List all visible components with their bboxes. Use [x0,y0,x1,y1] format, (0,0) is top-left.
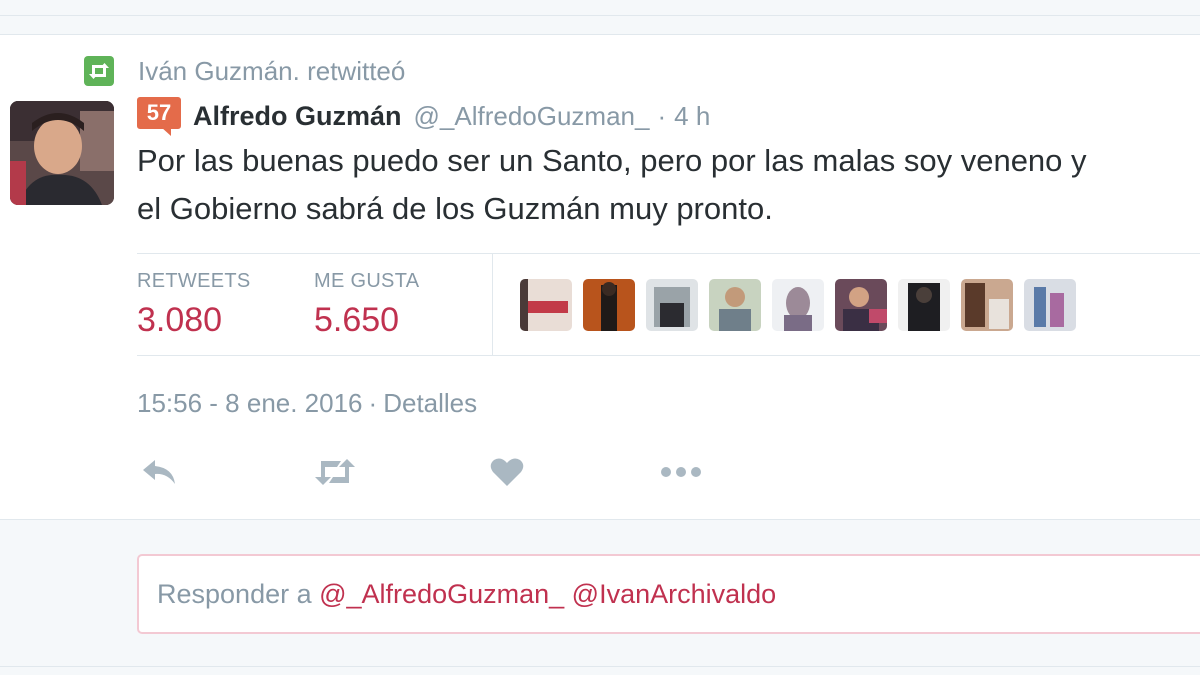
bottom-divider [0,666,1200,667]
retweet-icon [84,56,114,86]
timestamp-separator: · [368,388,378,418]
retweet-context-text[interactable]: Iván Guzmán. retwitteó [138,54,405,88]
klout-badge[interactable]: 57 [137,97,181,136]
reply-placeholder: Responder a @_AlfredoGuzman_ @IvanArchiv… [157,556,776,632]
reply-mention-author: @_AlfredoGuzman_ [319,579,565,609]
tweet-text-line-1: Por las buenas puedo ser un Santo, pero … [137,143,1087,178]
liker-avatar[interactable] [772,279,824,331]
tweet-text: Por las buenas puedo ser un Santo, pero … [137,137,1200,233]
stats-divider [492,254,493,355]
liker-avatars [520,279,1087,331]
klout-score: 57 [137,97,181,129]
liker-avatar[interactable] [835,279,887,331]
stats-row: RETWEETS 3.080 ME GUSTA 5.650 [137,253,1200,356]
retweet-context [84,54,114,88]
tweet-actions [137,452,737,496]
liker-avatar[interactable] [1024,279,1076,331]
more-button[interactable] [659,452,703,496]
reply-prefix: Responder a [157,579,312,609]
liker-avatar[interactable] [961,279,1013,331]
retweets-label: RETWEETS [137,270,251,292]
retweets-stat[interactable]: RETWEETS 3.080 [137,268,251,342]
top-band [0,0,1200,16]
reply-icon [141,457,177,492]
tweet-text-line-2: el Gobierno sabrá de los Guzmán muy pron… [137,191,773,226]
header-separator: · [657,101,667,131]
reply-mention-retweeter: @IvanArchivaldo [571,579,777,609]
likes-count: 5.650 [314,301,400,339]
liker-avatar[interactable] [583,279,635,331]
liker-avatar[interactable] [646,279,698,331]
retweet-button[interactable] [313,452,357,496]
liker-avatar[interactable] [520,279,572,331]
author-fullname[interactable]: Alfredo Guzmán [193,96,402,136]
liker-avatar[interactable] [709,279,761,331]
retweets-count: 3.080 [137,301,223,339]
like-button[interactable] [485,452,529,496]
retweet-icon [313,457,357,492]
avatar[interactable] [10,101,114,205]
tweet-time[interactable]: 4 h [674,96,710,136]
more-icon [659,465,703,483]
klout-tail [161,127,171,136]
heart-icon [490,457,524,492]
likes-stat[interactable]: ME GUSTA 5.650 [314,268,419,342]
reply-input[interactable]: Responder a @_AlfredoGuzman_ @IvanArchiv… [137,554,1200,634]
author-username[interactable]: @_AlfredoGuzman_ [414,96,650,136]
reply-button[interactable] [137,452,181,496]
tweet-timestamp: 15:56 - 8 ene. 2016 · Detalles [137,386,477,420]
tweet-datetime: 15:56 - 8 ene. 2016 [137,388,363,418]
liker-avatar[interactable] [898,279,950,331]
details-link[interactable]: Detalles [383,388,477,418]
tweet-header: Alfredo Guzmán @_AlfredoGuzman_ · 4 h [193,96,710,136]
likes-label: ME GUSTA [314,270,420,292]
